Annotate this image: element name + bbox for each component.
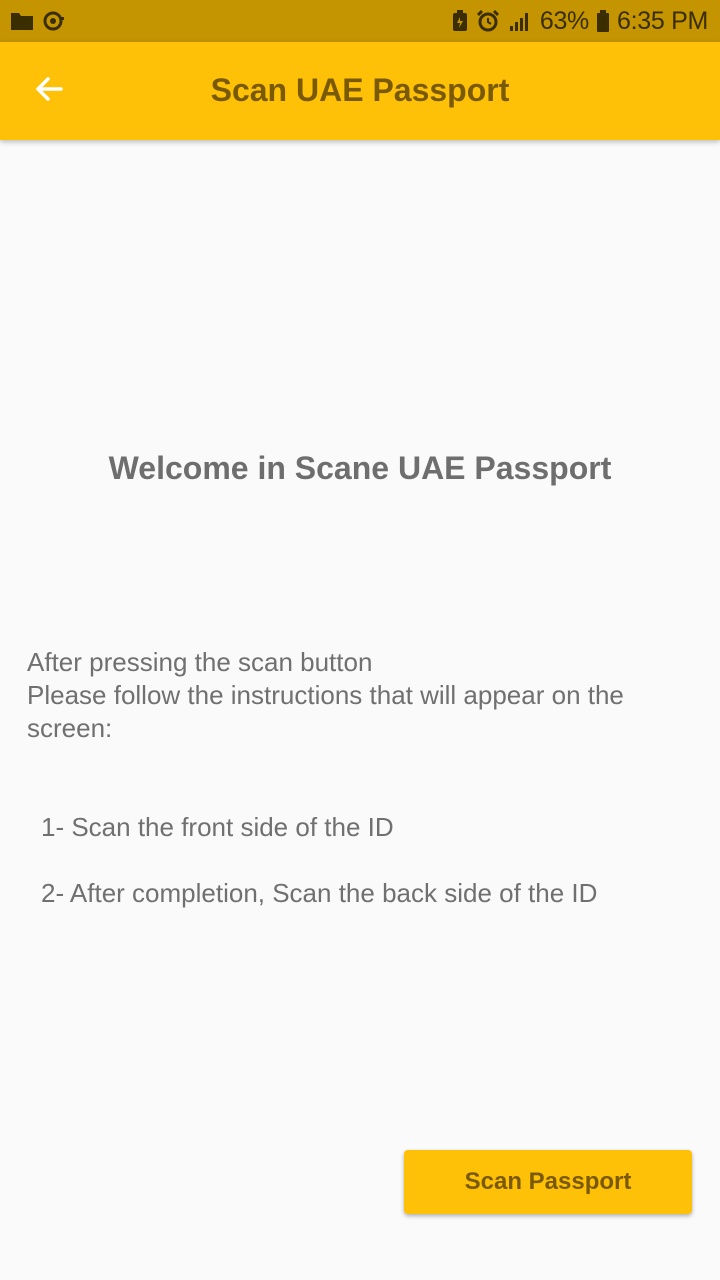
- instructions-intro: After pressing the scan button Please fo…: [27, 646, 687, 745]
- battery-icon: [596, 10, 609, 32]
- status-bar: 63% 6:35 PM: [0, 0, 720, 42]
- folder-icon: [10, 11, 34, 31]
- page-title: Scan UAE Passport: [210, 72, 510, 108]
- scan-passport-button[interactable]: Scan Passport: [404, 1150, 692, 1214]
- status-bar-right: 63% 6:35 PM: [452, 7, 708, 36]
- signal-icon: [508, 10, 532, 32]
- instruction-step-1: 1- Scan the front side of the ID: [41, 812, 394, 842]
- sync-icon: [42, 10, 66, 32]
- battery-saver-icon: [452, 10, 468, 32]
- battery-percent: 63%: [539, 6, 589, 35]
- instruction-step-2: 2- After completion, Scan the back side …: [41, 878, 598, 908]
- intro-line-2: Please follow the instructions that will…: [27, 680, 624, 743]
- status-bar-left: [10, 10, 66, 32]
- app-bar: Scan UAE Passport: [0, 42, 720, 140]
- welcome-heading: Welcome in Scane UAE Passport: [108, 450, 612, 486]
- status-time: 6:35 PM: [616, 6, 708, 35]
- intro-line-1: After pressing the scan button: [27, 647, 373, 677]
- alarm-icon: [476, 9, 500, 33]
